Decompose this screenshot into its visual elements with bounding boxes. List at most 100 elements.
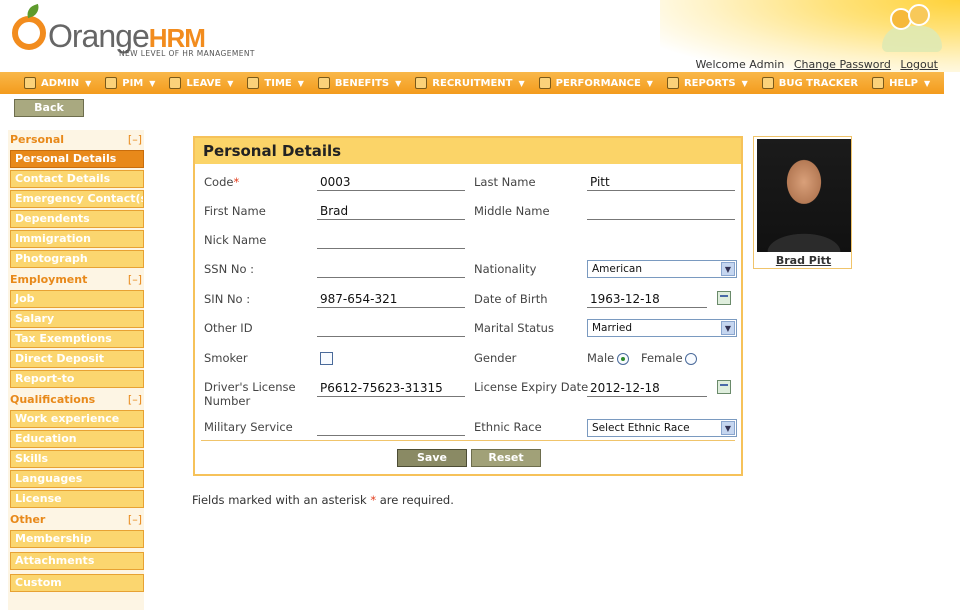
chevron-down-icon: ▼ bbox=[149, 78, 156, 88]
last-name-field[interactable] bbox=[587, 173, 735, 191]
sidebar-item-contact-details[interactable]: Contact Details bbox=[10, 170, 144, 188]
ethnic-race-select[interactable]: Select Ethnic Race ▼ bbox=[587, 419, 737, 437]
logo-leaf-icon bbox=[24, 3, 42, 19]
main-menu: Admin ▼ PIM ▼ Leave ▼ Time ▼ Benefits ▼ Recru… bbox=[0, 72, 944, 94]
chevron-down-icon: ▼ bbox=[741, 78, 748, 88]
sin-label: SIN No : bbox=[204, 292, 251, 306]
marital-status-label: Marital Status bbox=[474, 321, 554, 335]
collapse-toggle[interactable]: [–] bbox=[128, 273, 142, 286]
menu-benefits[interactable]: Benefits ▼ bbox=[317, 77, 401, 89]
smoker-checkbox[interactable] bbox=[320, 352, 333, 365]
save-button[interactable]: Save bbox=[397, 449, 467, 467]
nick-name-label: Nick Name bbox=[204, 233, 267, 247]
military-service-field[interactable] bbox=[317, 418, 465, 436]
logo-tagline: NEW LEVEL OF HR MANAGEMENT bbox=[119, 49, 255, 58]
chevron-down-icon: ▼ bbox=[923, 78, 931, 88]
collapse-toggle[interactable]: [–] bbox=[128, 393, 142, 406]
panel-title: Personal Details bbox=[195, 138, 741, 164]
employee-photo-box: Brad Pitt bbox=[753, 136, 852, 269]
welcome-bar: Welcome Admin Change Password Logout bbox=[695, 58, 938, 71]
welcome-text: Welcome Admin bbox=[695, 58, 785, 71]
ssn-label: SSN No : bbox=[204, 262, 255, 276]
last-name-label: Last Name bbox=[474, 175, 536, 189]
license-expiry-field[interactable] bbox=[587, 379, 707, 397]
drivers-license-label: Driver's License Number bbox=[204, 380, 296, 408]
recruitment-icon bbox=[415, 77, 428, 89]
menu-reports[interactable]: Reports ▼ bbox=[666, 77, 748, 89]
menu-time[interactable]: Time ▼ bbox=[247, 77, 304, 89]
form-divider bbox=[201, 440, 735, 441]
users-icon bbox=[882, 4, 942, 54]
admin-icon bbox=[24, 77, 36, 89]
dob-label: Date of Birth bbox=[474, 292, 548, 306]
sidebar-item-immigration[interactable]: Immigration bbox=[10, 230, 144, 248]
code-field[interactable] bbox=[317, 173, 465, 191]
sidebar-item-photograph[interactable]: Photograph bbox=[10, 250, 144, 268]
sidebar-item-salary[interactable]: Salary bbox=[10, 310, 144, 328]
menu-help[interactable]: Help ▼ bbox=[872, 77, 930, 89]
sidebar-item-job[interactable]: Job bbox=[10, 290, 144, 308]
collapse-toggle[interactable]: [–] bbox=[128, 133, 142, 146]
sidebar-section-qualifications: Qualifications [–] bbox=[10, 393, 142, 406]
sidebar-item-report-to[interactable]: Report-to bbox=[10, 370, 144, 388]
sidebar-item-languages[interactable]: Languages bbox=[10, 470, 144, 488]
ethnic-race-label: Ethnic Race bbox=[474, 420, 542, 434]
time-icon bbox=[247, 77, 260, 89]
nationality-select[interactable]: American ▼ bbox=[587, 260, 737, 278]
sidebar-item-skills[interactable]: Skills bbox=[10, 450, 144, 468]
menu-pim[interactable]: PIM ▼ bbox=[105, 77, 155, 89]
sin-field[interactable] bbox=[317, 290, 465, 308]
menu-admin[interactable]: Admin ▼ bbox=[24, 77, 91, 89]
collapse-toggle[interactable]: [–] bbox=[128, 513, 142, 526]
marital-status-select[interactable]: Married ▼ bbox=[587, 319, 737, 337]
employee-name-link[interactable]: Brad Pitt bbox=[754, 254, 853, 267]
chevron-down-icon: ▼ bbox=[721, 321, 735, 335]
benefits-icon bbox=[317, 77, 330, 89]
back-button[interactable]: Back bbox=[14, 99, 84, 117]
required-fields-note: Fields marked with an asterisk * are req… bbox=[192, 493, 454, 507]
menu-bug-tracker[interactable]: Bug Tracker bbox=[761, 77, 858, 89]
sidebar-item-dependents[interactable]: Dependents bbox=[10, 210, 144, 228]
chevron-down-icon: ▼ bbox=[518, 78, 525, 88]
sidebar-item-personal-details[interactable]: Personal Details bbox=[10, 150, 144, 168]
sidebar: Personal [–] Personal Details Contact Det… bbox=[8, 130, 144, 610]
ssn-field[interactable] bbox=[317, 260, 465, 278]
sidebar-item-tax-exemptions[interactable]: Tax Exemptions bbox=[10, 330, 144, 348]
sidebar-section-personal: Personal [–] bbox=[10, 133, 142, 146]
employee-photo[interactable] bbox=[757, 139, 851, 252]
reset-button[interactable]: Reset bbox=[471, 449, 541, 467]
calendar-icon[interactable] bbox=[717, 291, 731, 305]
gender-male-label: Male bbox=[587, 351, 615, 365]
menu-leave[interactable]: Leave ▼ bbox=[169, 77, 233, 89]
logout-link[interactable]: Logout bbox=[900, 58, 938, 71]
sidebar-item-attachments[interactable]: Attachments bbox=[10, 552, 144, 570]
sidebar-item-emergency-contacts[interactable]: Emergency Contact(s) bbox=[10, 190, 144, 208]
first-name-field[interactable] bbox=[317, 202, 465, 220]
sidebar-item-license[interactable]: License bbox=[10, 490, 144, 508]
sidebar-item-direct-deposit[interactable]: Direct Deposit bbox=[10, 350, 144, 368]
menu-recruitment[interactable]: Recruitment ▼ bbox=[415, 77, 525, 89]
menu-performance[interactable]: Performance ▼ bbox=[538, 77, 653, 89]
personal-details-panel: Personal Details Code* Last Name First N… bbox=[193, 136, 743, 476]
gender-label: Gender bbox=[474, 351, 517, 365]
reports-icon bbox=[666, 77, 679, 89]
sidebar-item-membership[interactable]: Membership bbox=[10, 530, 144, 548]
middle-name-field[interactable] bbox=[587, 202, 735, 220]
sidebar-item-work-experience[interactable]: Work experience bbox=[10, 410, 144, 428]
change-password-link[interactable]: Change Password bbox=[794, 58, 891, 71]
gender-female-radio[interactable] bbox=[685, 353, 697, 365]
sidebar-item-education[interactable]: Education bbox=[10, 430, 144, 448]
military-service-label: Military Service bbox=[204, 420, 293, 434]
header: OrangeHRM NEW LEVEL OF HR MANAGEMENT Wel… bbox=[0, 0, 960, 72]
gender-male-radio[interactable] bbox=[617, 353, 629, 365]
sidebar-item-custom[interactable]: Custom bbox=[10, 574, 144, 592]
calendar-icon[interactable] bbox=[717, 380, 731, 394]
help-icon bbox=[872, 77, 885, 89]
pim-icon bbox=[105, 77, 118, 89]
smoker-label: Smoker bbox=[204, 351, 248, 365]
nick-name-field[interactable] bbox=[317, 231, 465, 249]
drivers-license-field[interactable] bbox=[317, 379, 465, 397]
other-id-field[interactable] bbox=[317, 319, 465, 337]
sidebar-section-employment: Employment [–] bbox=[10, 273, 142, 286]
dob-field[interactable] bbox=[587, 290, 707, 308]
